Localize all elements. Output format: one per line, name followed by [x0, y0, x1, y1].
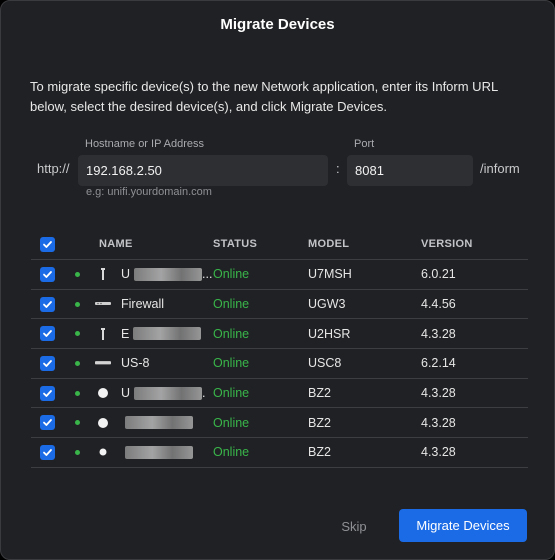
gateway-icon — [95, 296, 111, 312]
device-status: Online — [213, 415, 250, 430]
row-checkbox[interactable] — [40, 415, 55, 431]
online-status-dot — [75, 449, 80, 455]
switch-icon — [95, 355, 111, 371]
device-name: U — [121, 386, 131, 401]
dialog-title: Migrate Devices — [220, 16, 335, 33]
row-checkbox[interactable] — [40, 444, 55, 460]
device-status: Online — [213, 445, 250, 460]
protocol-prefix: http:// — [37, 161, 70, 176]
check-icon — [43, 419, 52, 427]
redacted-name — [133, 327, 202, 341]
inform-suffix: /inform — [480, 161, 520, 176]
port-input[interactable] — [347, 155, 473, 186]
device-name-tail: ... — [202, 267, 213, 282]
puck-ap-icon — [95, 415, 111, 431]
row-checkbox[interactable] — [40, 296, 55, 312]
device-name: E — [121, 326, 130, 341]
redacted-name — [125, 445, 193, 459]
check-icon — [43, 389, 52, 397]
device-version: 6.2.14 — [421, 356, 456, 371]
table-row[interactable]: U... Online U7MSH 6.0.21 — [31, 260, 528, 290]
table-row[interactable]: US-8 Online USC8 6.2.14 — [31, 349, 528, 379]
online-status-dot — [75, 360, 80, 366]
skip-button[interactable]: Skip — [331, 511, 377, 541]
device-model: U2HSR — [308, 326, 351, 341]
redacted-name — [134, 386, 203, 400]
puck-ap-small-icon — [95, 444, 111, 460]
select-all-checkbox[interactable] — [40, 236, 55, 252]
device-name: Firewall — [121, 297, 165, 312]
row-checkbox[interactable] — [40, 385, 55, 401]
device-name-tail: . — [202, 386, 206, 401]
device-model: BZ2 — [308, 386, 331, 401]
device-version: 6.0.21 — [421, 267, 456, 282]
online-status-dot — [75, 420, 80, 426]
device-status: Online — [213, 267, 250, 282]
row-checkbox[interactable] — [40, 326, 55, 342]
puck-ap-icon — [95, 385, 111, 401]
redacted-name — [125, 416, 193, 430]
table-row[interactable]: Online BZ2 4.3.28 — [31, 408, 528, 439]
check-icon — [43, 449, 52, 456]
devices-table-body: U... Online U7MSH 6.0.21 Firewall Online UGW3 4… — [31, 260, 528, 468]
table-header: NAME STATUS MODEL VERSION — [31, 231, 528, 260]
column-header-name[interactable]: NAME — [99, 231, 133, 257]
row-checkbox[interactable] — [40, 355, 55, 371]
devices-table: NAME STATUS MODEL VERSION U... Online U7MS… — [31, 231, 528, 468]
table-row[interactable]: E Online U2HSR 4.3.28 — [31, 319, 528, 350]
ap-antenna-icon — [95, 266, 111, 282]
row-checkbox[interactable] — [40, 266, 55, 282]
device-version: 4.3.28 — [421, 445, 456, 460]
table-row[interactable]: U. Online BZ2 4.3.28 — [31, 379, 528, 409]
redacted-name — [134, 267, 203, 281]
check-icon — [43, 330, 52, 338]
hostname-hint: e.g: unifi.yourdomain.com — [86, 186, 212, 198]
device-name: U — [121, 267, 131, 282]
device-version: 4.3.28 — [421, 326, 456, 341]
device-model: BZ2 — [308, 415, 331, 430]
check-icon — [43, 360, 52, 367]
port-separator: : — [336, 161, 340, 176]
online-status-dot — [75, 271, 80, 277]
device-status: Online — [213, 356, 250, 371]
check-icon — [43, 240, 52, 248]
hostname-label: Hostname or IP Address — [85, 138, 205, 150]
migrate-devices-button[interactable]: Migrate Devices — [399, 509, 527, 542]
device-name: US-8 — [121, 356, 150, 371]
table-row[interactable]: Online BZ2 4.3.28 — [31, 438, 528, 468]
device-version: 4.3.28 — [421, 386, 456, 401]
column-header-model[interactable]: MODEL — [308, 231, 349, 257]
migrate-devices-dialog: Migrate Devices To migrate specific devi… — [0, 0, 555, 560]
device-model: USC8 — [308, 356, 342, 371]
check-icon — [43, 270, 52, 278]
online-status-dot — [75, 301, 80, 307]
device-version: 4.4.56 — [421, 297, 456, 312]
port-label: Port — [354, 138, 375, 150]
device-status: Online — [213, 297, 250, 312]
column-header-version[interactable]: VERSION — [421, 231, 473, 257]
device-version: 4.3.28 — [421, 415, 456, 430]
online-status-dot — [75, 331, 80, 337]
table-row[interactable]: Firewall Online UGW3 4.4.56 — [31, 290, 528, 320]
dialog-description: To migrate specific device(s) to the new… — [30, 79, 498, 114]
device-status: Online — [213, 326, 250, 341]
device-model: U7MSH — [308, 267, 352, 282]
device-model: BZ2 — [308, 445, 331, 460]
hostname-input[interactable] — [78, 155, 328, 186]
online-status-dot — [75, 390, 80, 396]
check-icon — [43, 300, 52, 308]
device-status: Online — [213, 386, 250, 401]
ap-antenna-icon — [95, 326, 111, 342]
device-model: UGW3 — [308, 297, 346, 312]
column-header-status[interactable]: STATUS — [213, 231, 257, 257]
